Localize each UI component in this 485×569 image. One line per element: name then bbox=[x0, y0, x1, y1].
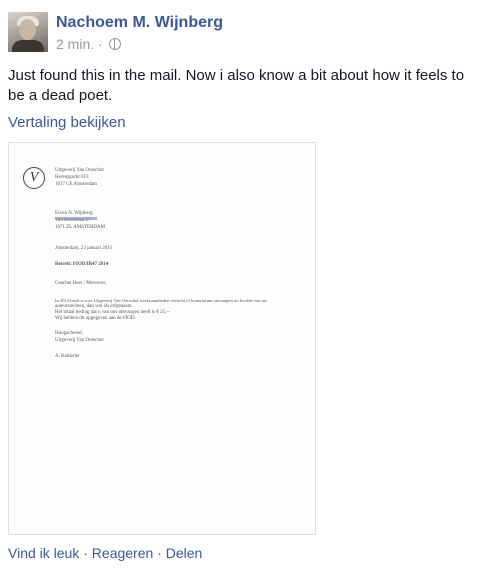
sender-line: Uitgeverij Van Oorschot bbox=[55, 168, 104, 173]
post-actions: Vind ik leuk · Reageren · Delen bbox=[8, 545, 202, 561]
letter-subject: Betreft: FIOD/IB47 2014 bbox=[55, 262, 109, 267]
meta-separator: · bbox=[98, 36, 103, 52]
action-separator: · bbox=[83, 545, 88, 561]
letter-salutation: Geachte Heer / Mevrouw, bbox=[55, 281, 107, 286]
share-link[interactable]: Delen bbox=[166, 545, 203, 561]
letter-closing: Hoogachtend, bbox=[55, 331, 83, 336]
recipient-name: Erven N. Wijnberg bbox=[55, 211, 93, 216]
avatar-shirt bbox=[12, 40, 44, 52]
letter-closing: Uitgeverij Van Oorschot bbox=[55, 338, 104, 343]
letter-body-line: Wij hebben dit opgegeven aan de FIOD. bbox=[55, 316, 136, 321]
avatar-face bbox=[19, 19, 36, 40]
comment-link[interactable]: Reageren bbox=[92, 545, 154, 561]
publisher-logo-icon: V bbox=[23, 167, 45, 189]
redaction-scribble bbox=[55, 217, 97, 220]
sender-line: 1017 CE Amsterdam bbox=[55, 182, 97, 187]
globe-icon[interactable] bbox=[108, 38, 121, 50]
post-meta: 2 min. · bbox=[56, 36, 121, 52]
author-avatar[interactable] bbox=[8, 12, 48, 52]
recipient-city: 1071 ZL AMSTERDAM bbox=[55, 225, 106, 230]
author-name[interactable]: Nachoem M. Wijnberg bbox=[56, 14, 223, 32]
letter-signature: A. Kokkeler bbox=[55, 354, 80, 359]
like-link[interactable]: Vind ik leuk bbox=[8, 545, 79, 561]
sender-line: Herengracht 613 bbox=[55, 175, 89, 180]
post-text: Just found this in the mail. Now i also … bbox=[8, 67, 465, 104]
see-translation-link[interactable]: Vertaling bekijken bbox=[8, 114, 126, 131]
letter-date: Amsterdam, 23 januari 2015 bbox=[55, 246, 113, 251]
post-timestamp[interactable]: 2 min. bbox=[56, 36, 94, 52]
attached-photo-letter[interactable]: V Uitgeverij Van Oorschot Herengracht 61… bbox=[8, 142, 316, 535]
action-separator: · bbox=[157, 545, 162, 561]
